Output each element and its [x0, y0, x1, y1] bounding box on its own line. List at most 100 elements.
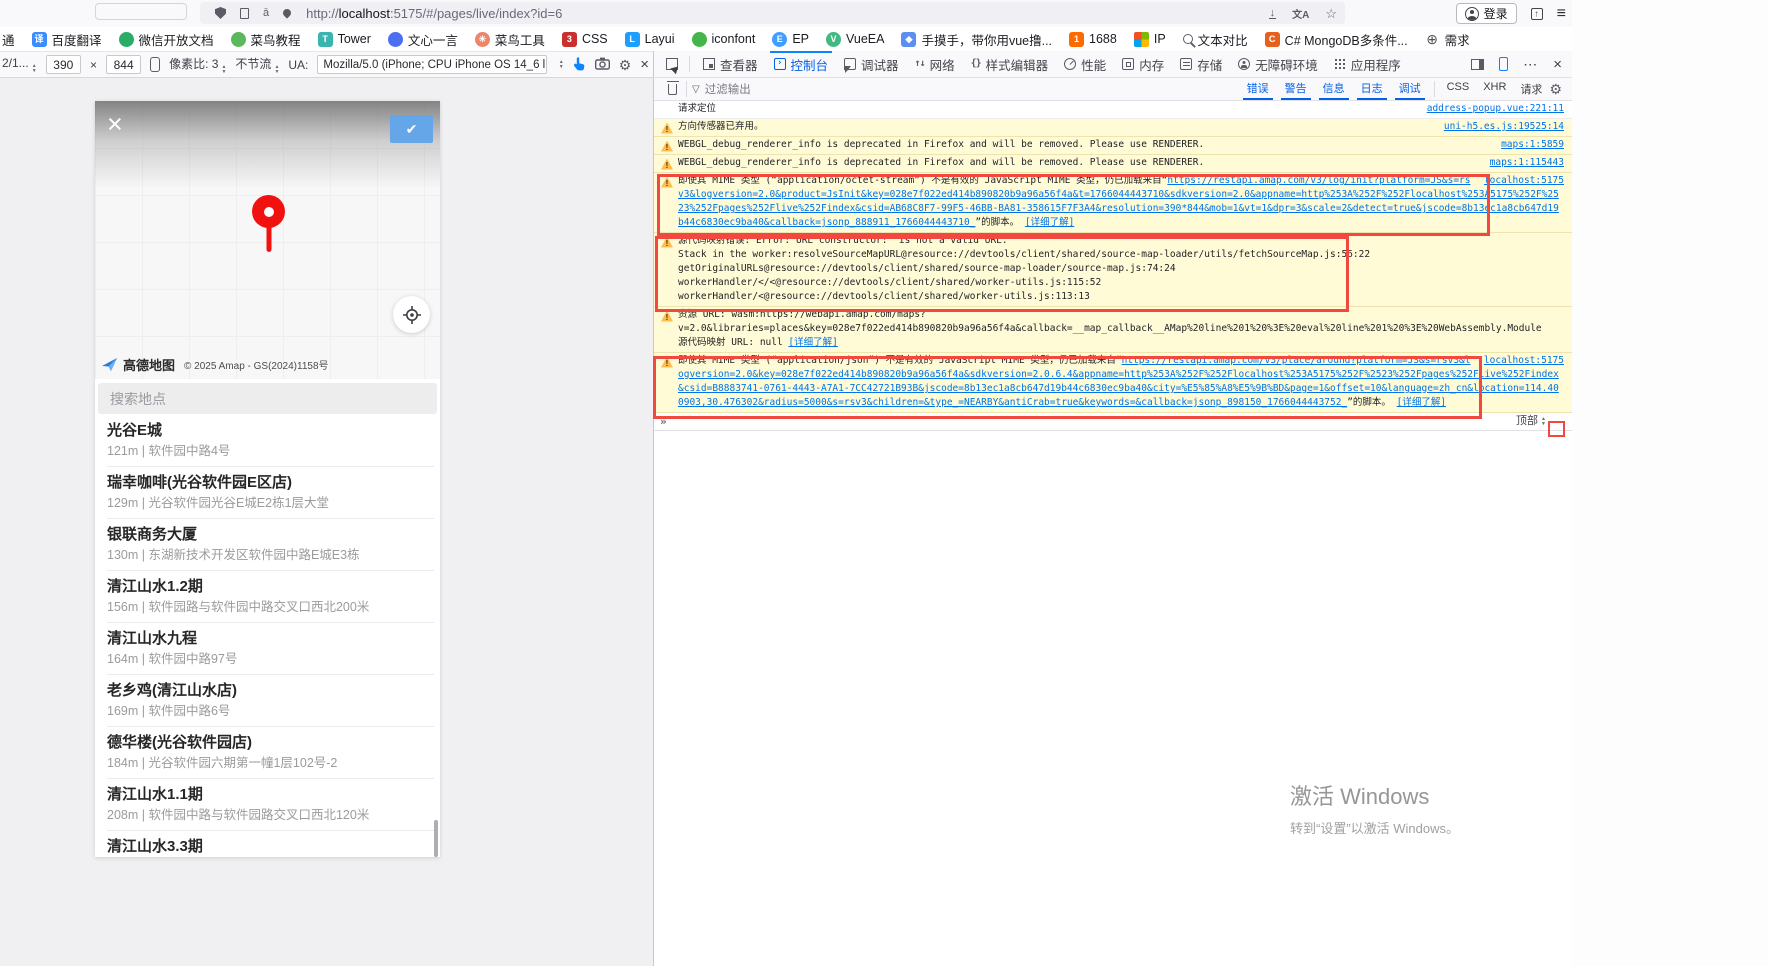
confirm-button[interactable]: ✔	[390, 115, 433, 143]
bookmark-item[interactable]: 译 百度翻译	[32, 30, 102, 49]
url-text[interactable]: http://localhost:5175/#/pages/live/index…	[306, 6, 562, 21]
bookmark-item[interactable]: 微信开放文档	[119, 30, 214, 49]
console-filter-pill[interactable]: 错误	[1243, 79, 1273, 100]
console-filter-pill[interactable]: 警告	[1281, 79, 1311, 100]
responsive-mode-icon[interactable]	[1499, 57, 1508, 71]
select-arrows-icon[interactable]: ▲▼	[559, 60, 564, 69]
translate-page-icon[interactable]: ā	[263, 8, 269, 19]
login-button[interactable]: 登录	[1456, 3, 1517, 24]
close-icon[interactable]: ×	[107, 111, 123, 138]
clear-console-icon[interactable]	[668, 84, 677, 95]
console-source-link[interactable]: maps:1:115443	[1490, 156, 1564, 170]
bookmark-item[interactable]: ✳ 菜鸟工具	[475, 30, 545, 49]
devtools-tab[interactable]: 控制台	[766, 51, 837, 77]
devtools-tab[interactable]: 性能	[1056, 51, 1114, 77]
devtools-tab[interactable]: 查看器	[695, 51, 766, 77]
viewport-width-input[interactable]: 390	[46, 55, 81, 74]
translate-icon[interactable]: 文A	[1292, 6, 1309, 21]
place-list-item[interactable]: 清江山水3.3期	[107, 831, 434, 857]
bookmark-item[interactable]: E EP	[772, 32, 809, 47]
shield-icon[interactable]	[215, 7, 226, 19]
devtools-close-icon[interactable]: ×	[1553, 57, 1562, 72]
console-settings-gear-icon[interactable]: ⚙	[1549, 82, 1562, 96]
bookmark-item[interactable]: IP	[1134, 32, 1166, 47]
devtools-tab[interactable]: ↑↓ 网络	[907, 51, 963, 77]
console-filter-input[interactable]: 过滤输出	[705, 81, 751, 97]
console-source-link[interactable]: address-popup.vue:221:11	[1427, 102, 1564, 116]
rotate-viewport-icon[interactable]	[150, 57, 160, 72]
dimension-separator: ×	[90, 58, 97, 72]
devtools-tab[interactable]: 无障碍环境	[1230, 51, 1326, 77]
bookmark-item[interactable]: 3 CSS	[562, 32, 608, 47]
scroll-top-button[interactable]: 顶部	[1516, 415, 1538, 428]
console-filter-toggle[interactable]: 请求	[1520, 81, 1542, 97]
learn-more-link[interactable]: [详细了解]	[788, 337, 837, 348]
devtools-tab[interactable]: 内存	[1114, 51, 1172, 77]
place-list-item[interactable]: 老乡鸡(清江山水店) 169m | 软件园中路6号	[107, 675, 434, 727]
page-info-icon[interactable]	[240, 8, 249, 19]
geolocate-button[interactable]	[393, 296, 430, 333]
bookmark-item[interactable]: iconfont	[692, 32, 756, 47]
place-list-item[interactable]: 银联商务大厦 130m | 东湖新技术开发区软件园中路E城E3栋	[107, 519, 434, 571]
console-source-link[interactable]: uni-h5.es.js:19525:14	[1444, 120, 1564, 134]
place-list-item[interactable]: 清江山水1.2期 156m | 软件园路与软件园中路交叉口西北200米	[107, 571, 434, 623]
place-list-item[interactable]: 德华楼(光谷软件园店) 184m | 光谷软件园六期第一幢1层102号-2	[107, 727, 434, 779]
console-input-row[interactable]: » 顶部 ▲▼	[654, 413, 1572, 431]
user-agent-input[interactable]: Mozilla/5.0 (iPhone; CPU iPhone OS 14_6 …	[317, 55, 546, 74]
place-list-item[interactable]: 光谷E城 121m | 软件园中路4号	[107, 415, 434, 467]
viewport-scrollbar[interactable]	[434, 820, 438, 857]
bookmark-item[interactable]: T Tower	[318, 32, 371, 47]
place-list-item[interactable]: 清江山水1.1期 208m | 软件园中路与软件园路交叉口西北120米	[107, 779, 434, 831]
bookmark-star-icon[interactable]: ☆	[1325, 7, 1337, 20]
console-source-link[interactable]: maps:1:5859	[1501, 138, 1564, 152]
url-bar[interactable]: ā http://localhost:5175/#/pages/live/ind…	[200, 2, 1345, 24]
learn-more-link[interactable]: [详细了解]	[1397, 397, 1446, 408]
console-filter-pill[interactable]: 日志	[1357, 79, 1387, 100]
bookmark-item[interactable]: L Layui	[625, 32, 675, 47]
bookmark-item[interactable]: 菜鸟教程	[231, 30, 301, 49]
screenshot-icon[interactable]	[595, 57, 610, 73]
console-filter-pill[interactable]: 信息	[1319, 79, 1349, 100]
devtools-tab[interactable]: 存储	[1172, 51, 1230, 77]
learn-more-link[interactable]: [详细了解]	[1025, 217, 1074, 228]
devtools-tab[interactable]: {} 样式编辑器	[963, 51, 1057, 77]
devtools-tab-icon: ↑↓	[915, 58, 925, 70]
devtools-tab[interactable]: 应用程序	[1326, 51, 1409, 77]
desktop-background	[1572, 0, 1768, 966]
device-select[interactable]: 2/1...▲▼	[2, 56, 37, 73]
console-filter-toggle[interactable]: XHR	[1483, 81, 1506, 97]
viewport-height-input[interactable]: 844	[106, 55, 141, 74]
bookmark-item[interactable]: 1 1688	[1069, 32, 1117, 47]
place-list-item[interactable]: 瑞幸咖啡(光谷软件园E区店) 129m | 光谷软件园光谷E城E2栋1层大堂	[107, 467, 434, 519]
search-input[interactable]: 搜索地点	[98, 383, 437, 414]
menu-hamburger-icon[interactable]: ≡	[1557, 6, 1566, 22]
throttling-select[interactable]: 不节流▲▼	[235, 55, 279, 74]
rdm-close-icon[interactable]: ×	[640, 57, 649, 72]
bookmark-label: 文心一言	[408, 30, 458, 49]
bookmark-item[interactable]: 文心一言	[388, 30, 458, 49]
console-source-link[interactable]: localhost:5175	[1484, 354, 1564, 368]
save-to-pocket-icon[interactable]: ↓	[1269, 8, 1277, 19]
dpr-select[interactable]: 像素比: 3▲▼	[169, 55, 226, 74]
pick-element-icon[interactable]	[666, 58, 678, 70]
map-canvas[interactable]: × ✔ 高德地图 © 2025 Amap - GS(2024)1158号	[95, 101, 440, 379]
bookmark-item[interactable]: 文本对比	[1183, 30, 1248, 49]
location-permission-icon[interactable]	[283, 9, 291, 17]
bookmark-item[interactable]: ◆ 手摸手，带你用vue撸...	[901, 30, 1052, 49]
console-message-text-suffix: ”的脚本。	[1347, 397, 1396, 408]
bookmark-item[interactable]: V VueEA	[826, 32, 884, 47]
console-source-link[interactable]: localhost:5175	[1484, 174, 1564, 188]
devtools-more-icon[interactable]: ⋯	[1523, 56, 1538, 73]
console-filter-pill[interactable]: 调试	[1395, 79, 1425, 100]
bookmark-item[interactable]: ⊕ 需求	[1425, 30, 1470, 49]
devtools-tab-label: 内存	[1139, 55, 1164, 74]
bookmark-item[interactable]: 通	[2, 30, 15, 49]
console-filter-toggle[interactable]: CSS	[1447, 81, 1470, 97]
dock-side-icon[interactable]	[1471, 59, 1484, 70]
send-tab-icon[interactable]	[1531, 8, 1543, 20]
bookmark-item[interactable]: C C# MongoDB多条件...	[1265, 30, 1408, 49]
rdm-settings-gear-icon[interactable]: ⚙	[619, 58, 632, 72]
place-list-item[interactable]: 清江山水九程 164m | 软件园中路97号	[107, 623, 434, 675]
touch-simulation-icon[interactable]	[573, 56, 586, 74]
devtools-tab[interactable]: 调试器	[836, 51, 907, 77]
